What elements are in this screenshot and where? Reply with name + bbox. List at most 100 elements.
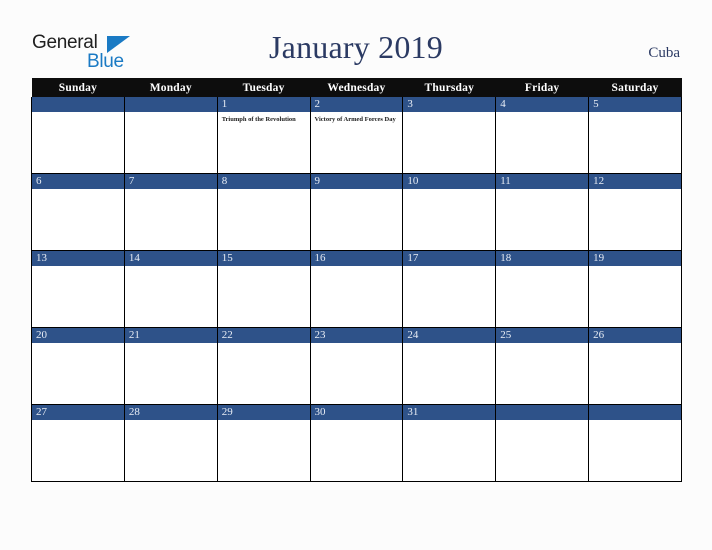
calendar-day-cell[interactable]: 20 (31, 327, 125, 405)
calendar-week-row: 6 7 8 9 10 11 12 (31, 173, 682, 251)
day-number: 11 (496, 174, 589, 189)
calendar-day-cell[interactable]: 11 (495, 173, 590, 251)
calendar-day-cell[interactable] (31, 97, 125, 174)
day-events (125, 189, 217, 193)
day-cell-content: 12 (589, 174, 681, 250)
calendar-day-cell[interactable]: 12 (588, 173, 682, 251)
calendar-day-cell[interactable]: 5 (588, 97, 682, 174)
calendar-day-cell[interactable]: 23 (309, 327, 404, 405)
day-number: 10 (403, 174, 496, 189)
day-events: Victory of Armed Forces Day (311, 112, 403, 125)
weekday-header-sunday: Sunday (31, 78, 125, 97)
day-events (125, 420, 217, 424)
calendar-day-cell[interactable] (495, 404, 590, 482)
day-number: 6 (32, 174, 124, 189)
day-events (311, 343, 403, 347)
calendar-day-cell[interactable]: 22 (216, 327, 311, 405)
day-number: 27 (32, 405, 124, 420)
day-number: 1 (217, 97, 310, 112)
day-events (403, 266, 495, 270)
day-cell-content: 6 (32, 174, 124, 250)
day-number (32, 97, 124, 112)
day-events: Triumph of the Revolution (218, 112, 310, 125)
day-events (589, 189, 681, 193)
calendar-week-row: 20 21 22 23 24 25 26 (31, 327, 682, 405)
day-events (311, 189, 403, 193)
calendar-day-cell[interactable]: 18 (495, 250, 590, 328)
day-events (496, 420, 588, 424)
calendar-day-cell[interactable]: 1 Triumph of the Revolution (216, 97, 311, 174)
day-events (32, 189, 124, 193)
calendar-page: General Blue January 2019 Cuba Sunday Mo… (0, 0, 712, 550)
day-cell-content: 8 (217, 174, 310, 250)
calendar-day-cell[interactable]: 28 (123, 404, 218, 482)
weekday-header-row: Sunday Monday Tuesday Wednesday Thursday… (31, 78, 682, 97)
day-cell-content: 25 (496, 328, 589, 404)
calendar-day-cell[interactable]: 16 (309, 250, 404, 328)
day-cell-content: 1 Triumph of the Revolution (217, 97, 310, 173)
day-events (496, 343, 588, 347)
day-number: 18 (496, 251, 589, 266)
calendar-day-cell[interactable]: 26 (588, 327, 682, 405)
calendar-day-cell[interactable]: 9 (309, 173, 404, 251)
page-header: General Blue January 2019 Cuba (0, 0, 712, 78)
calendar-day-cell[interactable] (588, 404, 682, 482)
day-number: 16 (310, 251, 403, 266)
day-cell-content: 23 (310, 328, 403, 404)
day-number: 29 (217, 405, 310, 420)
calendar-day-cell[interactable]: 19 (588, 250, 682, 328)
day-number: 7 (124, 174, 217, 189)
calendar-day-cell[interactable]: 21 (123, 327, 218, 405)
day-cell-content: 20 (32, 328, 124, 404)
day-cell-content: 16 (310, 251, 403, 327)
calendar-day-cell[interactable]: 29 (216, 404, 311, 482)
day-events (403, 343, 495, 347)
day-number: 9 (310, 174, 403, 189)
calendar-day-cell[interactable]: 30 (309, 404, 404, 482)
day-cell-content (124, 97, 217, 173)
calendar-day-cell[interactable]: 15 (216, 250, 311, 328)
day-number: 20 (32, 328, 124, 343)
day-number: 3 (403, 97, 496, 112)
calendar-day-cell[interactable]: 2 Victory of Armed Forces Day (309, 97, 404, 174)
calendar-body: 1 Triumph of the Revolution 2 Victory of Ar… (31, 97, 682, 482)
day-cell-content: 10 (403, 174, 496, 250)
day-cell-content: 24 (403, 328, 496, 404)
day-number: 22 (217, 328, 310, 343)
day-number (589, 405, 681, 420)
calendar-day-cell[interactable]: 13 (31, 250, 125, 328)
day-events (32, 343, 124, 347)
calendar-day-cell[interactable]: 27 (31, 404, 125, 482)
calendar-day-cell[interactable]: 14 (123, 250, 218, 328)
page-title: January 2019 (269, 29, 443, 65)
day-number: 4 (496, 97, 589, 112)
day-events (32, 112, 124, 116)
day-number: 21 (124, 328, 217, 343)
day-cell-content: 19 (589, 251, 681, 327)
day-number: 17 (403, 251, 496, 266)
day-events (218, 343, 310, 347)
day-events (32, 420, 124, 424)
calendar-day-cell[interactable]: 17 (402, 250, 497, 328)
calendar-grid: Sunday Monday Tuesday Wednesday Thursday… (31, 78, 682, 482)
day-number: 15 (217, 251, 310, 266)
calendar-day-cell[interactable]: 24 (402, 327, 497, 405)
calendar-day-cell[interactable]: 25 (495, 327, 590, 405)
day-number: 14 (124, 251, 217, 266)
day-number: 30 (310, 405, 403, 420)
calendar-day-cell[interactable]: 7 (123, 173, 218, 251)
calendar-day-cell[interactable]: 10 (402, 173, 497, 251)
day-events (589, 266, 681, 270)
day-events (125, 112, 217, 116)
day-cell-content: 29 (217, 405, 310, 481)
calendar-day-cell[interactable]: 8 (216, 173, 311, 251)
day-number: 25 (496, 328, 589, 343)
calendar-day-cell[interactable]: 4 (495, 97, 590, 174)
day-events (589, 112, 681, 116)
calendar-day-cell[interactable]: 6 (31, 173, 125, 251)
day-events (32, 266, 124, 270)
calendar-day-cell[interactable] (123, 97, 218, 174)
calendar-day-cell[interactable]: 3 (402, 97, 497, 174)
day-cell-content: 18 (496, 251, 589, 327)
calendar-day-cell[interactable]: 31 (402, 404, 497, 482)
